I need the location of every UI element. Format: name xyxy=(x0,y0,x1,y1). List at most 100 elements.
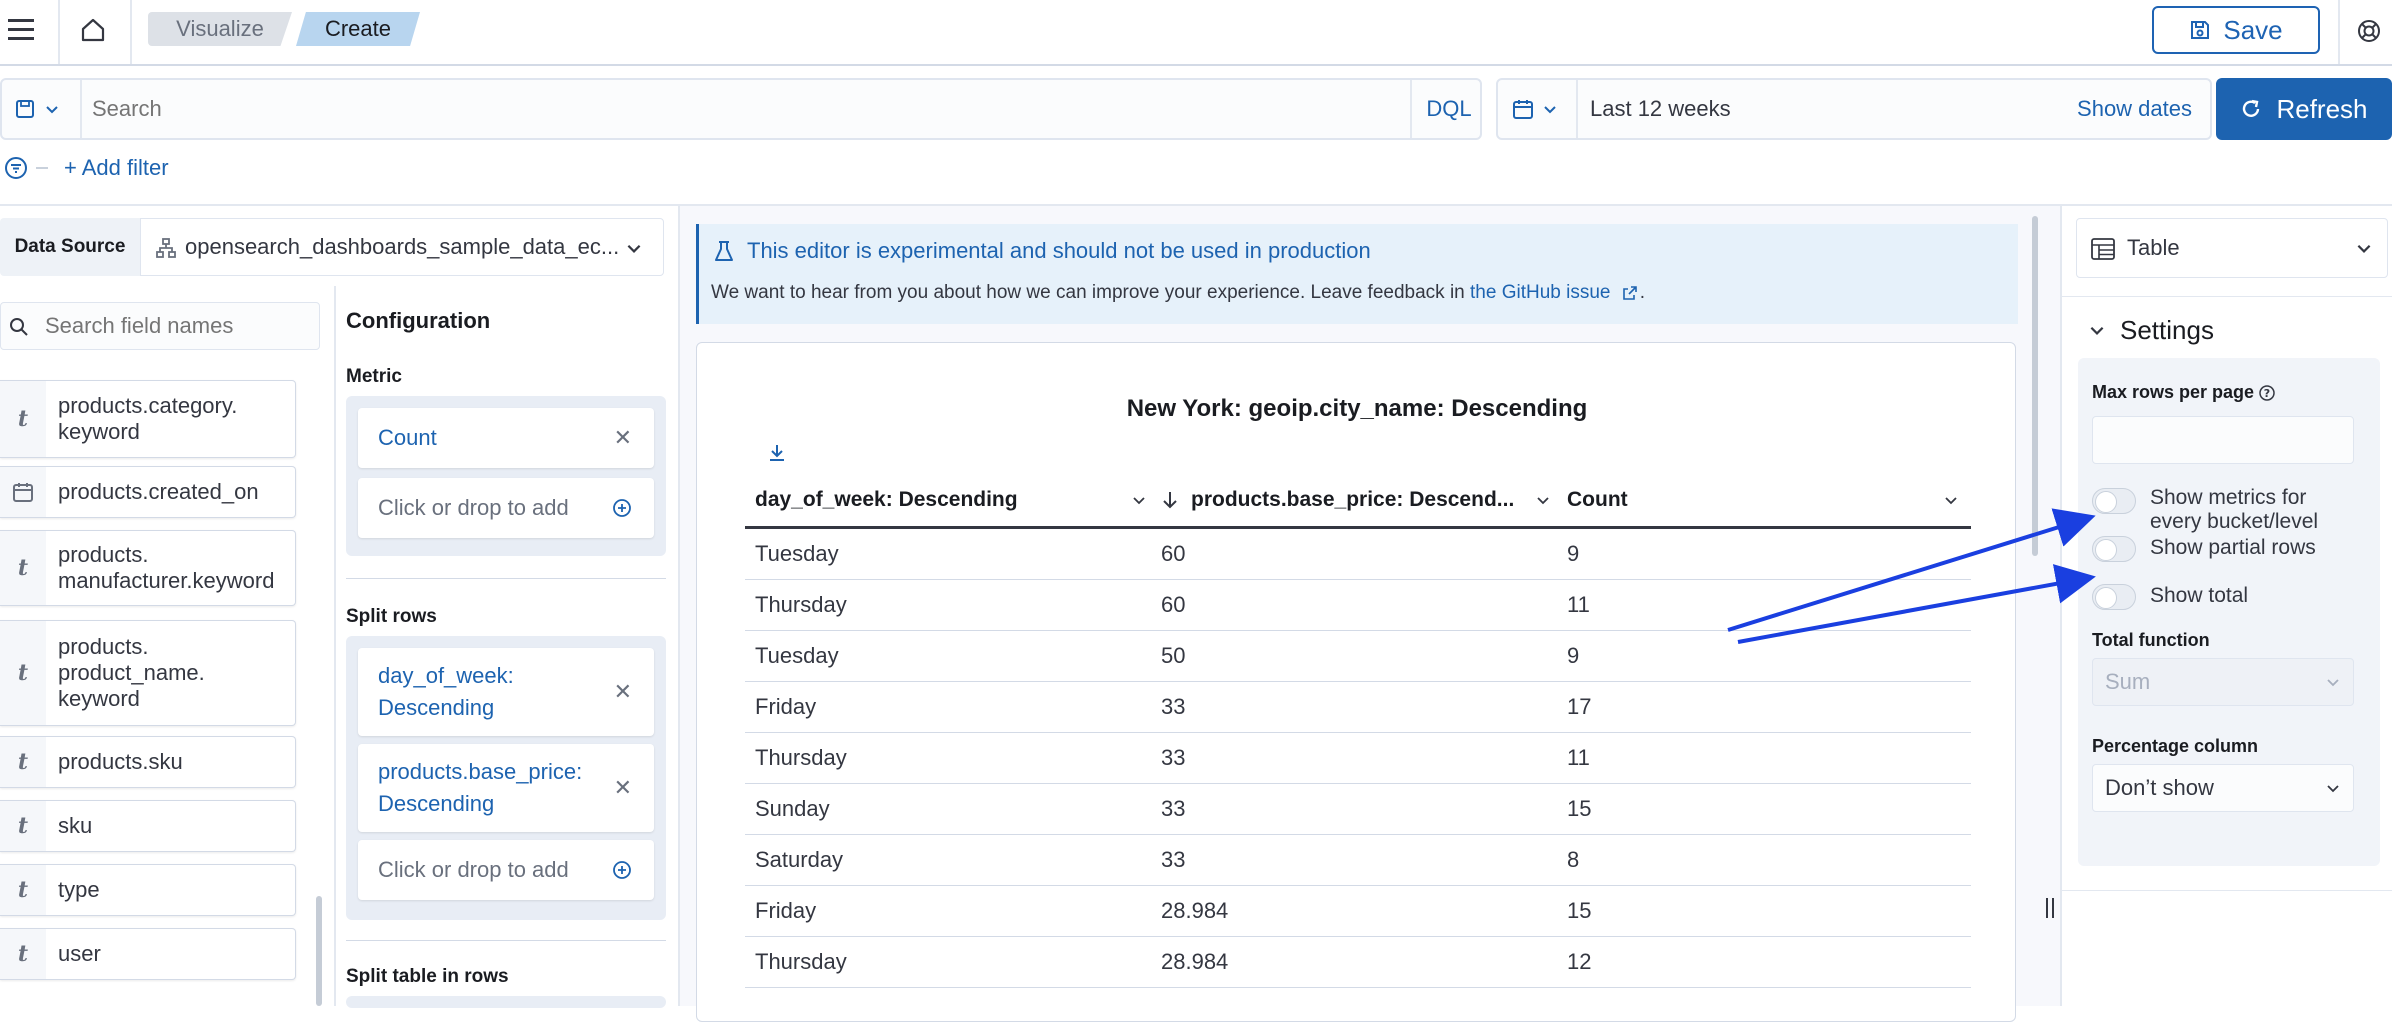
saved-query-icon xyxy=(14,98,36,120)
column-header-base-price[interactable]: products.base_price: Descend... xyxy=(1161,473,1561,527)
scrollbar[interactable] xyxy=(316,896,322,1006)
show-dates-link[interactable]: Show dates xyxy=(2077,80,2192,138)
add-placeholder: Click or drop to add xyxy=(378,857,569,882)
home-icon[interactable] xyxy=(80,17,106,43)
config-title: Configuration xyxy=(346,308,491,333)
search-input[interactable] xyxy=(92,86,1392,132)
table-title: New York: geoip.city_name: Descending xyxy=(1126,395,1588,422)
show-total-label: Show total xyxy=(2150,584,2249,607)
close-icon[interactable]: ✕ xyxy=(614,775,632,801)
center-panel: This editor is experimental and should n… xyxy=(680,206,2060,1022)
breadcrumb-create: Create xyxy=(296,12,420,46)
refresh-icon xyxy=(2240,98,2262,120)
table-row: Saturday 33 8 xyxy=(745,835,1971,886)
callout-text: We want to hear from you about how we ca… xyxy=(711,282,1645,304)
field-item[interactable]: t user xyxy=(0,928,296,980)
show-partial-rows-toggle[interactable] xyxy=(2092,536,2136,562)
date-range-text[interactable]: Last 12 weeks xyxy=(1590,80,1731,138)
divider xyxy=(2062,890,2392,891)
breadcrumb-visualize[interactable]: Visualize xyxy=(148,12,292,46)
close-icon[interactable]: ✕ xyxy=(614,679,632,705)
metric-add-dropzone[interactable]: Click or drop to add xyxy=(358,478,654,538)
string-type-icon: t xyxy=(0,621,46,725)
table-cell: 33 xyxy=(1161,694,1186,719)
metric-item[interactable]: Count ✕ xyxy=(358,408,654,468)
vis-type-select[interactable]: Table xyxy=(2076,218,2388,278)
table-cell: 60 xyxy=(1161,541,1186,566)
help-circle-icon[interactable]: ? xyxy=(2258,384,2276,402)
percentage-column-select[interactable]: Don’t show xyxy=(2092,764,2354,812)
chevron-down-icon xyxy=(625,239,643,257)
add-filter-button[interactable]: + Add filter xyxy=(64,154,169,182)
calendar-icon xyxy=(0,467,46,517)
index-pattern-icon xyxy=(155,237,177,259)
field-search-input[interactable] xyxy=(45,307,305,345)
filter-icon xyxy=(4,156,28,180)
field-item[interactable]: t products.sku xyxy=(0,736,296,788)
chevron-down-icon xyxy=(1542,101,1558,117)
show-metrics-toggle[interactable] xyxy=(2092,488,2136,514)
table-cell: Friday xyxy=(755,898,817,923)
close-icon[interactable]: ✕ xyxy=(614,425,632,451)
split-rows-add-dropzone[interactable]: Click or drop to add xyxy=(358,840,654,900)
top-header: Visualize Create Save xyxy=(0,0,2392,66)
experimental-callout: This editor is experimental and should n… xyxy=(696,224,2018,324)
table-row: Friday 33 17 xyxy=(745,682,1971,733)
save-icon xyxy=(2189,19,2211,41)
beaker-icon xyxy=(713,240,735,264)
saved-query-button[interactable] xyxy=(14,98,60,120)
percentage-column-label: Percentage column xyxy=(2092,736,2259,756)
scrollbar[interactable] xyxy=(2032,216,2038,556)
divider xyxy=(346,578,666,579)
field-name: type xyxy=(58,877,100,902)
total-function-label: Total function xyxy=(2092,630,2210,650)
string-type-icon: t xyxy=(0,801,46,851)
field-item[interactable]: products.created_on xyxy=(0,466,296,518)
table-icon xyxy=(2091,238,2115,260)
data-source-select[interactable]: opensearch_dashboards_sample_data_ec... xyxy=(140,218,664,276)
search-bar: DQL xyxy=(0,78,1482,140)
field-item[interactable]: t products. manufacturer.keyword xyxy=(0,530,296,606)
arrow-down-icon xyxy=(1161,490,1179,510)
table-row: Thursday 28.984 12 xyxy=(745,937,1971,988)
filter-options-button[interactable] xyxy=(4,156,48,180)
resize-handle[interactable] xyxy=(2046,898,2054,918)
show-partial-rows-label: Show partial rows xyxy=(2150,536,2316,559)
settings-title: Settings xyxy=(2120,314,2214,345)
split-row-item[interactable]: day_of_week: Descending ✕ xyxy=(358,648,654,736)
table-cell: 15 xyxy=(1567,898,1592,923)
field-item[interactable]: t sku xyxy=(0,800,296,852)
callout-body: We want to hear from you about how we ca… xyxy=(711,282,1471,303)
help-icon[interactable] xyxy=(2356,18,2382,44)
refresh-button[interactable]: Refresh xyxy=(2216,78,2392,140)
github-issue-link[interactable]: the GitHub issue xyxy=(1470,282,1610,303)
table-cell: 33 xyxy=(1161,847,1186,872)
date-quick-menu-button[interactable] xyxy=(1512,98,1558,120)
split-row-label: day_of_week: Descending xyxy=(378,663,514,720)
field-item[interactable]: t products. product_name. keyword xyxy=(0,620,296,726)
field-item[interactable]: t type xyxy=(0,864,296,916)
download-icon[interactable] xyxy=(767,443,787,463)
table-row: Thursday 33 11 xyxy=(745,733,1971,784)
save-button[interactable]: Save xyxy=(2152,6,2320,54)
query-language-toggle[interactable]: DQL xyxy=(1414,80,1484,138)
data-source-value: opensearch_dashboards_sample_data_ec... xyxy=(185,234,620,259)
split-row-item[interactable]: products.base_price: Descending ✕ xyxy=(358,744,654,832)
split-rows-group: day_of_week: Descending ✕ products.base_p… xyxy=(346,636,666,920)
max-rows-input[interactable] xyxy=(2092,416,2354,464)
divider xyxy=(1576,80,1578,138)
column-header-count[interactable]: Count xyxy=(1567,473,1967,527)
table-cell: 28.984 xyxy=(1161,949,1229,974)
settings-toggle[interactable]: Settings xyxy=(2088,310,2214,350)
menu-icon[interactable] xyxy=(8,18,36,42)
field-item[interactable]: t products.category. keyword xyxy=(0,380,296,458)
show-total-toggle[interactable] xyxy=(2092,584,2136,610)
table-cell: 9 xyxy=(1567,541,1580,566)
column-header-day-of-week[interactable]: day_of_week: Descending xyxy=(755,473,1155,527)
table-cell: 60 xyxy=(1161,592,1186,617)
string-type-icon: t xyxy=(0,531,46,605)
search-icon xyxy=(9,317,29,337)
table-cell: 11 xyxy=(1567,745,1590,770)
table-cell: 28.984 xyxy=(1161,898,1229,923)
divider xyxy=(80,80,82,138)
